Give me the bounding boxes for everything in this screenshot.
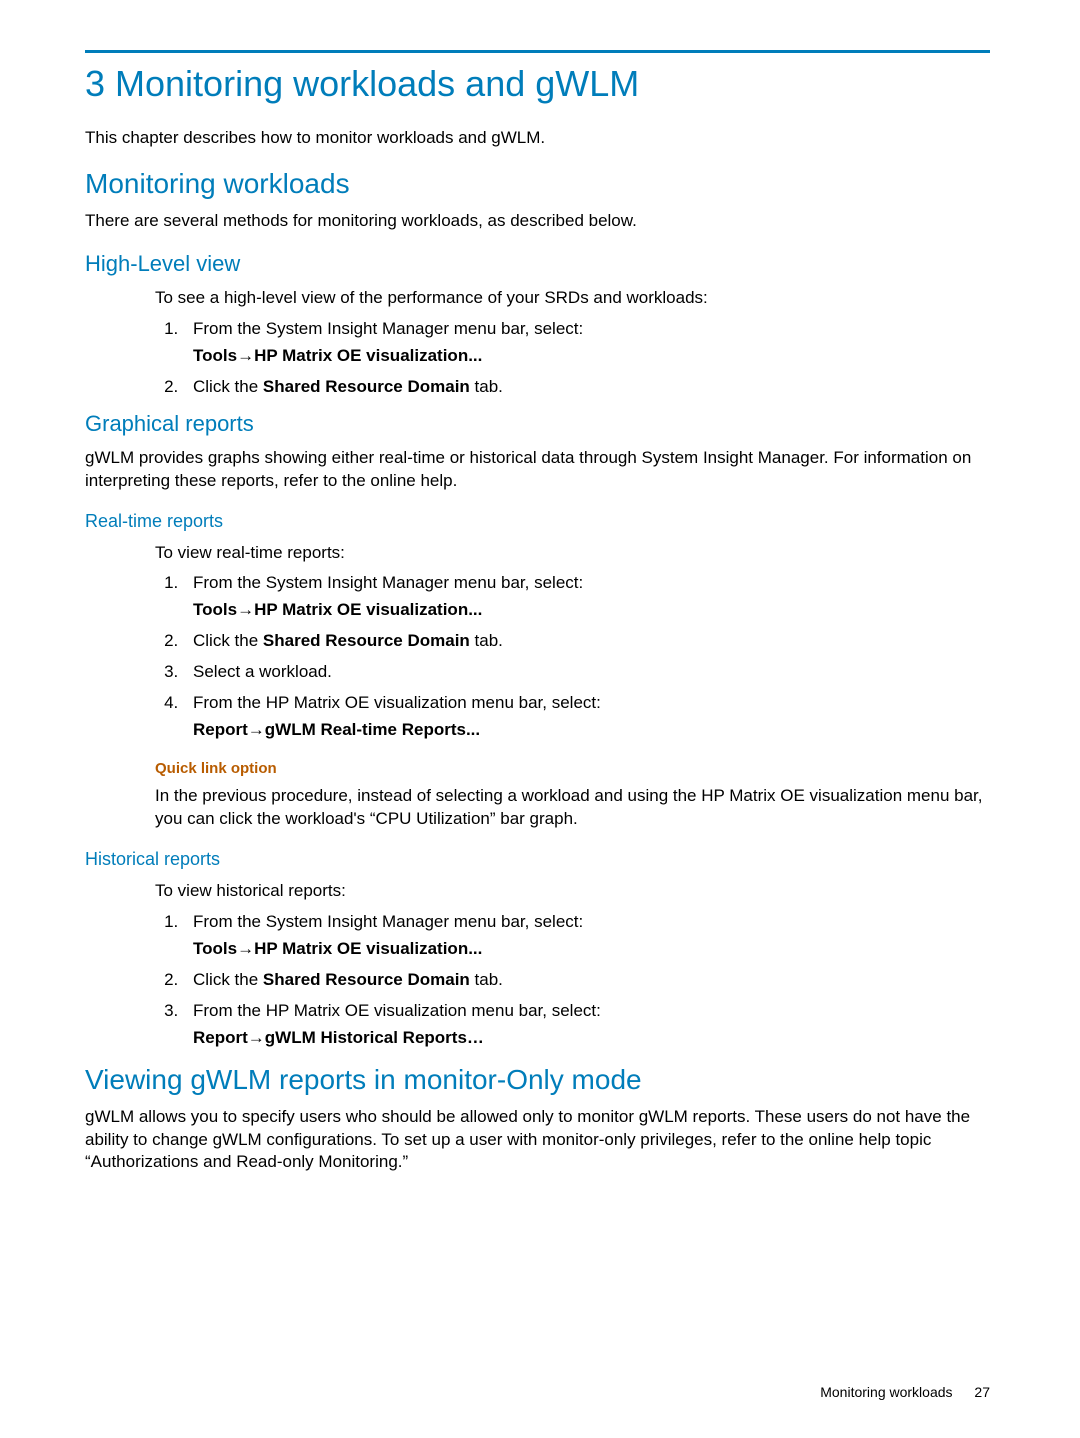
real-time-step-4: From the HP Matrix OE visualization menu…: [183, 692, 990, 742]
high-level-step-1: From the System Insight Manager menu bar…: [183, 318, 990, 368]
step-text: From the System Insight Manager menu bar…: [193, 912, 583, 931]
real-time-lead: To view real-time reports:: [155, 542, 990, 565]
quick-link-text: In the previous procedure, instead of se…: [155, 785, 990, 831]
page-number: 27: [974, 1384, 990, 1400]
step-text: From the HP Matrix OE visualization menu…: [193, 693, 601, 712]
historical-step-3: From the HP Matrix OE visualization menu…: [183, 1000, 990, 1050]
real-time-step-3: Select a workload.: [183, 661, 990, 684]
high-level-step-2: Click the Shared Resource Domain tab.: [183, 376, 990, 399]
step-text-c: tab.: [470, 377, 503, 396]
top-rule: [85, 50, 990, 53]
menu-path: Report→gWLM Real-time Reports...: [193, 719, 990, 742]
section-graphical-reports: Graphical reports: [85, 411, 990, 437]
step-text: From the System Insight Manager menu bar…: [193, 319, 583, 338]
high-level-steps: From the System Insight Manager menu bar…: [155, 318, 990, 399]
step-text-c: tab.: [470, 970, 503, 989]
step-text-b: Shared Resource Domain: [263, 631, 470, 650]
footer-label: Monitoring workloads: [820, 1384, 952, 1400]
historical-steps: From the System Insight Manager menu bar…: [155, 911, 990, 1050]
historical-lead: To view historical reports:: [155, 880, 990, 903]
step-text-a: Click the: [193, 377, 263, 396]
high-level-lead: To see a high-level view of the performa…: [155, 287, 990, 310]
monitoring-workloads-text: There are several methods for monitoring…: [85, 210, 990, 233]
menu-path: Tools→HP Matrix OE visualization...: [193, 599, 990, 622]
page-footer: Monitoring workloads 27: [820, 1384, 990, 1400]
real-time-steps: From the System Insight Manager menu bar…: [155, 572, 990, 742]
step-text-b: Shared Resource Domain: [263, 377, 470, 396]
step-text-c: tab.: [470, 631, 503, 650]
section-monitor-only: Viewing gWLM reports in monitor-Only mod…: [85, 1064, 990, 1096]
section-high-level-view: High-Level view: [85, 251, 990, 277]
historical-step-2: Click the Shared Resource Domain tab.: [183, 969, 990, 992]
real-time-step-1: From the System Insight Manager menu bar…: [183, 572, 990, 622]
monitor-only-text: gWLM allows you to specify users who sho…: [85, 1106, 990, 1175]
quick-link-heading: Quick link option: [155, 760, 990, 777]
step-text-b: Shared Resource Domain: [263, 970, 470, 989]
section-monitoring-workloads: Monitoring workloads: [85, 168, 990, 200]
graphical-reports-text: gWLM provides graphs showing either real…: [85, 447, 990, 493]
menu-path: Tools→HP Matrix OE visualization...: [193, 938, 990, 961]
menu-path: Report→gWLM Historical Reports…: [193, 1027, 990, 1050]
step-text: From the System Insight Manager menu bar…: [193, 573, 583, 592]
menu-path: Tools→HP Matrix OE visualization...: [193, 345, 990, 368]
chapter-title: 3 Monitoring workloads and gWLM: [85, 63, 990, 105]
section-real-time-reports: Real-time reports: [85, 511, 990, 532]
real-time-step-2: Click the Shared Resource Domain tab.: [183, 630, 990, 653]
step-text-a: Click the: [193, 631, 263, 650]
page: 3 Monitoring workloads and gWLM This cha…: [0, 0, 1080, 1438]
historical-step-1: From the System Insight Manager menu bar…: [183, 911, 990, 961]
section-historical-reports: Historical reports: [85, 849, 990, 870]
step-text: From the HP Matrix OE visualization menu…: [193, 1001, 601, 1020]
intro-text: This chapter describes how to monitor wo…: [85, 127, 990, 150]
step-text-a: Click the: [193, 970, 263, 989]
